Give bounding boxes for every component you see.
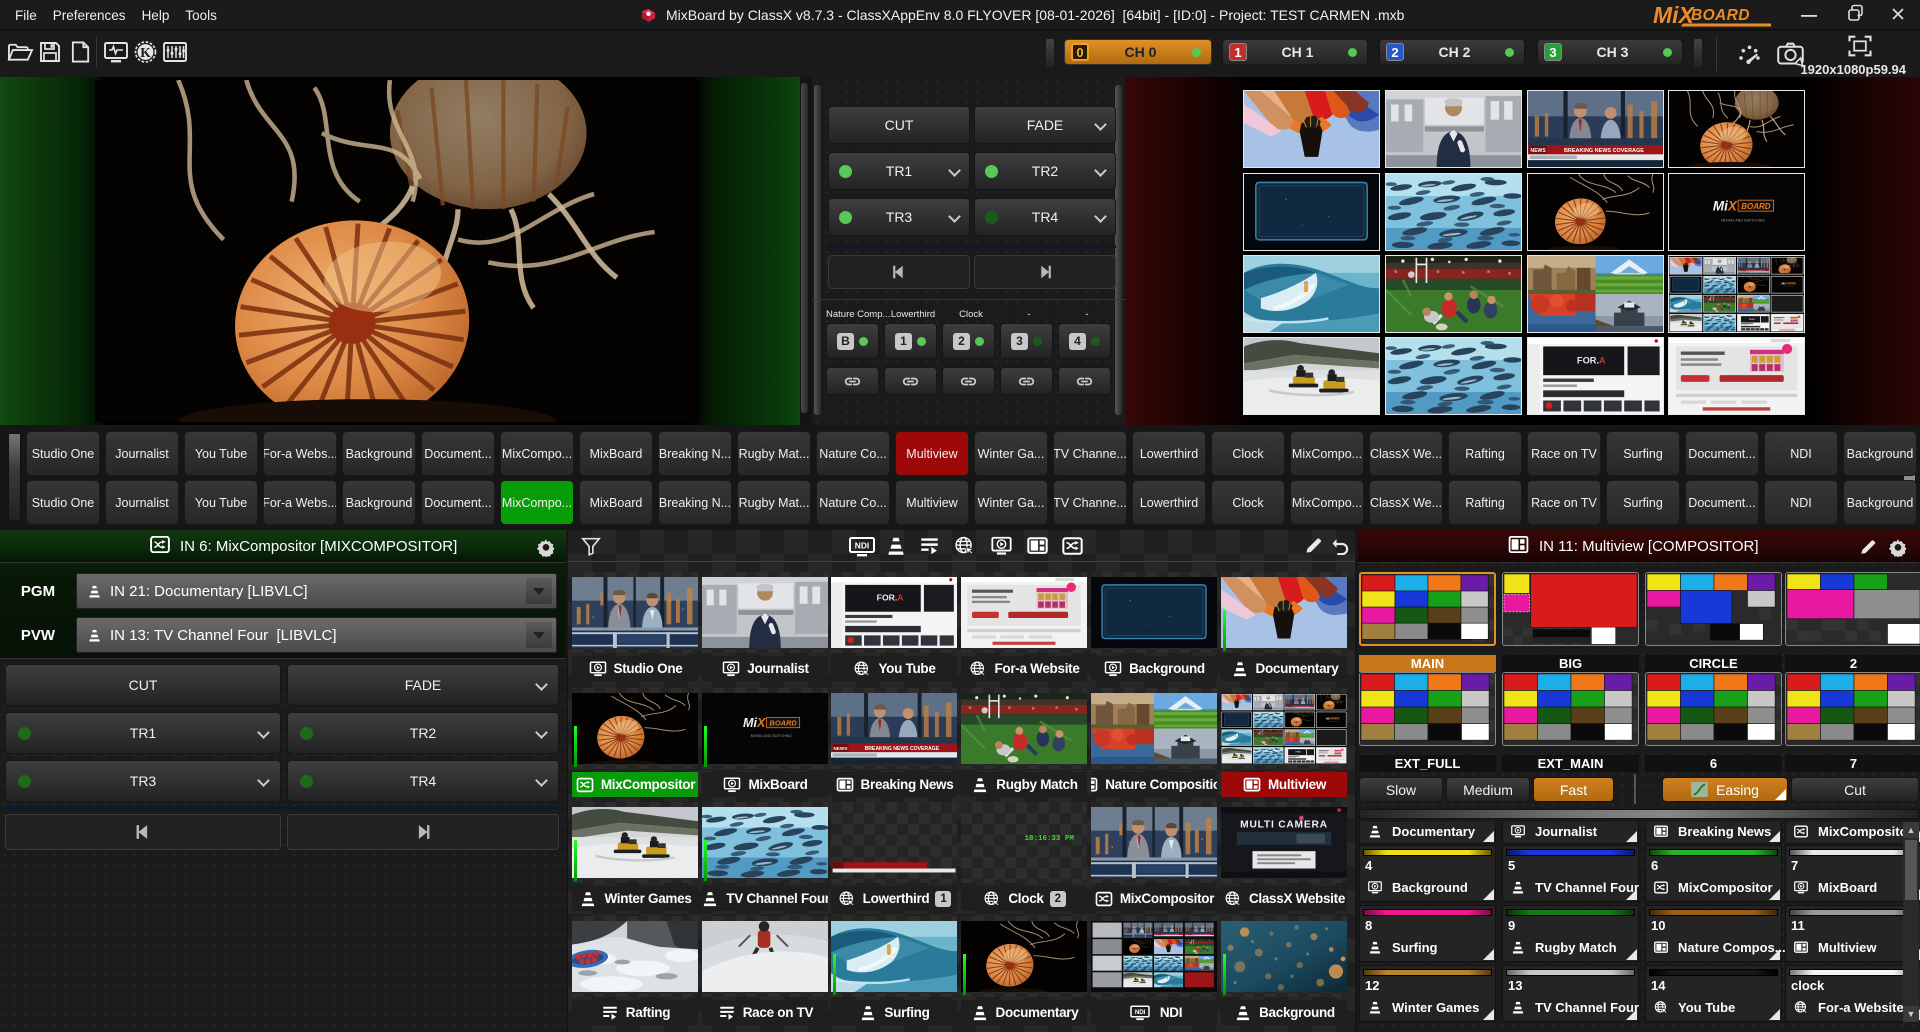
svg-text:MiX: MiX [1653, 3, 1696, 27]
svg-text:BOARD: BOARD [1691, 7, 1750, 24]
